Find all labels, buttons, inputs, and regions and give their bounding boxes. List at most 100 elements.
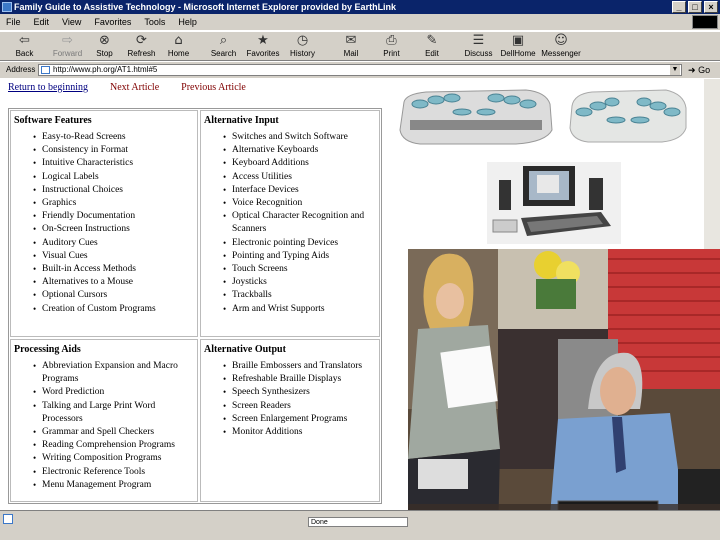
braille-keyboard-image	[399, 89, 553, 145]
refresh-button[interactable]: ⟳ Refresh	[123, 32, 160, 60]
list-item: Auditory Cues	[14, 237, 194, 250]
braille-computer-image	[487, 162, 621, 244]
list-item: Joysticks	[204, 276, 376, 289]
list-item: Logical Labels	[14, 171, 194, 184]
windows-logo-icon	[692, 15, 718, 29]
stop-button[interactable]: ⊗ Stop	[86, 32, 123, 60]
list-item: Speech Synthesizers	[204, 386, 376, 399]
software-features-heading: Software Features	[14, 115, 92, 126]
alternative-output-heading: Alternative Output	[204, 344, 286, 355]
discuss-icon: ☰	[472, 33, 485, 48]
list-item: Writing Composition Programs	[14, 452, 194, 465]
list-item: Menu Management Program	[14, 479, 194, 492]
processing-aids-cell: Processing Aids Abbreviation Expansion a…	[10, 339, 198, 502]
address-bar: Address http://www.ph.org/AT1.html#5 ▼ ➜…	[0, 62, 720, 78]
list-item: Keyboard Additions	[204, 157, 376, 170]
list-item: Monitor Additions	[204, 426, 376, 439]
list-item: Alternatives to a Mouse	[14, 276, 194, 289]
search-button[interactable]: ⌕ Search	[205, 32, 242, 60]
menu-help[interactable]: Help	[178, 14, 197, 30]
history-icon: ◷	[296, 33, 309, 48]
list-item: Abbreviation Expansion and Macro Program…	[14, 360, 194, 386]
list-item: Talking and Large Print Word Processors	[14, 400, 194, 426]
back-button[interactable]: ⇦ Back	[6, 32, 43, 60]
next-article-link[interactable]: Next Article	[110, 82, 159, 93]
mail-icon: ✉	[345, 33, 357, 48]
history-button[interactable]: ◷ History	[284, 32, 321, 60]
list-item: Visual Cues	[14, 250, 194, 263]
list-item: Voice Recognition	[204, 197, 376, 210]
toolbar: ⇦ Back ⇨ Forward ⊗ Stop ⟳ Refresh ⌂ Home ⌕ Sea…	[0, 31, 720, 61]
alternative-input-list: Switches and Switch SoftwareAlternative …	[204, 131, 376, 316]
list-item: Optical Character Recognition and Scanne…	[204, 210, 376, 236]
address-dropdown-icon[interactable]: ▼	[670, 65, 680, 75]
previous-article-link[interactable]: Previous Article	[181, 82, 246, 93]
go-button[interactable]: ➜ Go	[688, 62, 710, 78]
menu-edit[interactable]: Edit	[34, 14, 50, 30]
messenger-button[interactable]: ☺ Messenger	[539, 32, 583, 60]
return-link[interactable]: Return to beginning	[8, 82, 88, 93]
minimize-button[interactable]: _	[672, 1, 686, 13]
list-item: Screen Enlargement Programs	[204, 413, 376, 426]
home-button[interactable]: ⌂ Home	[160, 32, 197, 60]
list-item: Braille Embossers and Translators	[204, 360, 376, 373]
favorites-icon: ★	[257, 33, 269, 48]
list-item: Friendly Documentation	[14, 210, 194, 223]
maximize-button[interactable]: □	[688, 1, 702, 13]
print-icon: ⎙	[386, 33, 397, 48]
home-icon: ⌂	[174, 33, 183, 48]
status-text: Done	[308, 517, 408, 527]
edit-button[interactable]: ✎ Edit	[410, 32, 454, 60]
stop-icon: ⊗	[99, 33, 110, 48]
favorites-button[interactable]: ★ Favorites	[242, 32, 284, 60]
menu-tools[interactable]: Tools	[144, 14, 165, 30]
list-item: On-Screen Instructions	[14, 223, 194, 236]
menu-file[interactable]: File	[6, 14, 21, 30]
list-item: Switches and Switch Software	[204, 131, 376, 144]
alternative-input-cell: Alternative Input Switches and Switch So…	[200, 110, 380, 337]
list-item: Graphics	[14, 197, 194, 210]
alternative-input-heading: Alternative Input	[204, 115, 279, 126]
menu-view[interactable]: View	[62, 14, 81, 30]
list-item: Arm and Wrist Supports	[204, 303, 376, 316]
refresh-icon: ⟳	[136, 33, 147, 48]
forward-arrow-icon: ⇨	[62, 33, 73, 48]
alternative-output-cell: Alternative Output Braille Embossers and…	[200, 339, 380, 502]
dellhome-button[interactable]: ▣ DellHome	[497, 32, 539, 60]
mail-button[interactable]: ✉ Mail	[329, 32, 373, 60]
address-input[interactable]: http://www.ph.org/AT1.html#5 ▼	[38, 64, 682, 76]
features-table: Software Features Easy-to-Read ScreensCo…	[8, 108, 382, 504]
print-button[interactable]: ⎙ Print	[373, 32, 410, 60]
list-item: Intuitive Characteristics	[14, 157, 194, 170]
menu-favorites[interactable]: Favorites	[94, 14, 131, 30]
status-page-icon	[3, 514, 13, 524]
list-item: Easy-to-Read Screens	[14, 131, 194, 144]
page-icon	[41, 66, 50, 74]
address-label: Address	[6, 65, 36, 74]
address-url: http://www.ph.org/AT1.html#5	[53, 65, 158, 74]
discuss-button[interactable]: ☰ Discuss	[460, 32, 497, 60]
list-item: Electronic pointing Devices	[204, 237, 376, 250]
list-item: Word Prediction	[14, 386, 194, 399]
list-item: Optional Cursors	[14, 289, 194, 302]
list-item: Consistency in Format	[14, 144, 194, 157]
software-features-list: Easy-to-Read ScreensConsistency in Forma…	[14, 131, 194, 316]
list-item: Screen Readers	[204, 400, 376, 413]
list-item: Built-in Access Methods	[14, 263, 194, 276]
list-item: Grammar and Spell Checkers	[14, 426, 194, 439]
close-button[interactable]: ×	[704, 1, 718, 13]
list-item: Reading Comprehension Programs	[14, 439, 194, 452]
title-bar: Family Guide to Assistive Technology - M…	[0, 0, 720, 14]
list-item: Touch Screens	[204, 263, 376, 276]
forward-button[interactable]: ⇨ Forward	[49, 32, 86, 60]
software-features-cell: Software Features Easy-to-Read ScreensCo…	[10, 110, 198, 337]
status-bar: Done	[0, 510, 720, 540]
alternative-output-list: Braille Embossers and TranslatorsRefresh…	[204, 360, 376, 439]
list-item: Access Utilities	[204, 171, 376, 184]
ie-app-icon	[2, 2, 12, 12]
edit-icon: ✎	[426, 33, 438, 48]
list-item: Pointing and Typing Aids	[204, 250, 376, 263]
messenger-icon: ☺	[554, 33, 568, 48]
back-arrow-icon: ⇦	[19, 33, 30, 48]
list-item: Alternative Keyboards	[204, 144, 376, 157]
